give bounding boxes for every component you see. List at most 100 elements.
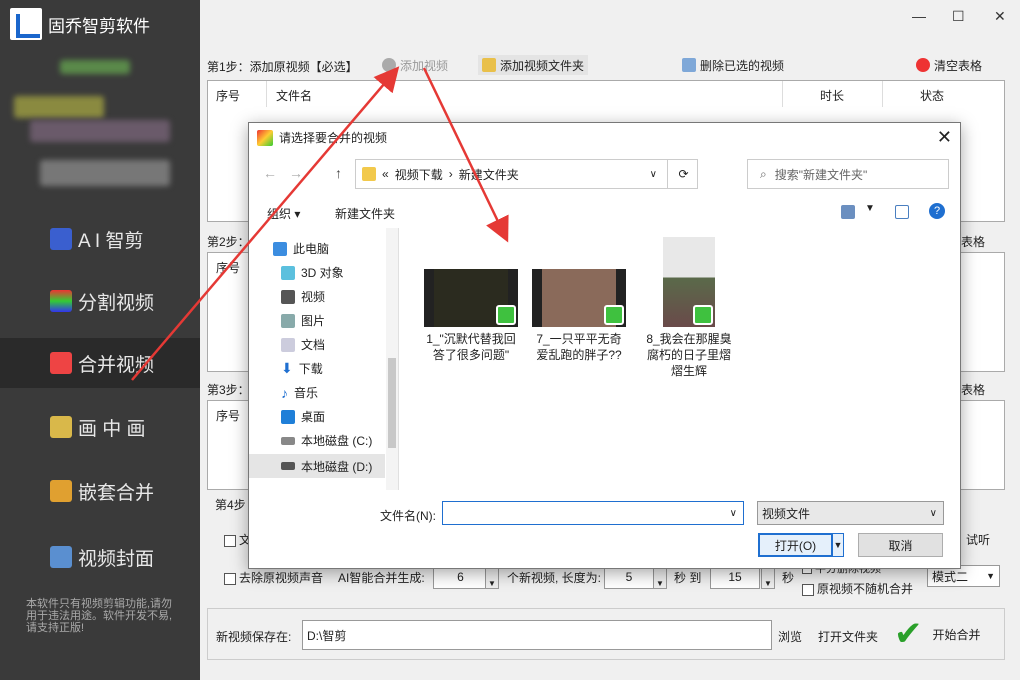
forward-arrow-icon[interactable]: →: [289, 165, 303, 181]
col-index: 序号: [216, 89, 241, 103]
close-button[interactable]: ✕: [994, 8, 1006, 25]
checkbox[interactable]: [224, 572, 236, 585]
tree-music[interactable]: ♪ 音乐: [281, 384, 318, 401]
tree-scrollbar[interactable]: [386, 228, 398, 490]
add-video-button[interactable]: 添加视频: [382, 55, 448, 75]
delete-selected-label: 删除已选的视频: [700, 58, 785, 73]
delete-selected-button[interactable]: 删除已选的视频: [682, 55, 784, 75]
drive-icon: [281, 436, 295, 445]
back-arrow-icon[interactable]: ←: [263, 165, 277, 181]
blurred-user-info: [60, 60, 130, 74]
open-button[interactable]: 打开(O): [758, 533, 833, 557]
step1-label: 第1步：添加原视频【必选】: [207, 60, 358, 74]
ai-icon: [50, 228, 72, 250]
up-arrow-icon[interactable]: ↑: [335, 165, 342, 181]
nav-merge-video[interactable]: 合并视频: [0, 338, 200, 388]
filetype-select[interactable]: 视频文件 ∨: [757, 501, 944, 525]
help-icon[interactable]: ?: [929, 203, 945, 219]
music-icon: ♪: [281, 384, 288, 401]
remove-audio-checkbox[interactable]: 去除原视频声音: [224, 569, 323, 586]
view-dropdown-icon[interactable]: ▼: [865, 203, 875, 214]
nav-label: 视频封面: [78, 548, 155, 570]
sec-label: 秒: [782, 571, 795, 585]
view-icon[interactable]: [841, 205, 855, 219]
file-item[interactable]: 8_我会在那腥臭腐朽的日子里熠熠生辉: [643, 237, 735, 379]
new-folder-button[interactable]: 新建文件夹: [335, 205, 395, 222]
nested-icon: [50, 480, 72, 502]
scroll-thumb[interactable]: [388, 358, 396, 448]
step2-clear-button[interactable]: 表格: [961, 233, 985, 250]
nav-label: 合并视频: [78, 354, 155, 376]
step3-label: 第3步：: [207, 383, 250, 397]
nav-pip[interactable]: 画 中 画: [0, 402, 200, 452]
video-file-icon: [693, 305, 713, 325]
tree-downloads[interactable]: ⬇ 下载: [281, 360, 323, 377]
tree-drive-d[interactable]: 本地磁盘 (D:): [249, 454, 385, 478]
checkbox[interactable]: [224, 534, 236, 547]
nav-nested-merge[interactable]: 嵌套合并: [0, 466, 200, 516]
length-label: 个新视频, 长度为:: [507, 571, 602, 585]
tree-label: 本地磁盘 (D:): [301, 459, 373, 474]
col-index: 序号: [216, 409, 241, 423]
minimize-button[interactable]: —: [912, 8, 926, 24]
tree-documents[interactable]: 文档: [281, 336, 325, 353]
filetype-value: 视频文件: [762, 506, 811, 521]
address-bar[interactable]: « 视频下载 › 新建文件夹 ∨ ⟳: [355, 159, 698, 189]
tree-drive-c[interactable]: 本地磁盘 (C:): [281, 432, 372, 449]
chevron-down-icon[interactable]: ∨: [650, 169, 657, 180]
breadcrumb-overflow[interactable]: «: [382, 167, 389, 181]
blurred-user-info: [40, 160, 170, 186]
tree-label: 音乐: [294, 386, 319, 400]
open-folder-button[interactable]: 打开文件夹: [818, 628, 878, 645]
file-item[interactable]: 7_一只平平无奇爱乱跑的胖子??: [531, 269, 627, 363]
start-merge-button[interactable]: ✔ 开始合并: [894, 612, 1004, 656]
breadcrumb-video-download[interactable]: 视频下载: [395, 166, 443, 183]
listen-button[interactable]: 试听: [966, 531, 990, 548]
nav-video-cover[interactable]: 视频封面: [0, 532, 200, 582]
drive-icon: [281, 462, 295, 470]
filename-input[interactable]: ∨: [442, 501, 744, 525]
add-folder-button[interactable]: 添加视频文件夹: [478, 55, 589, 75]
tree-videos[interactable]: 视频: [281, 288, 325, 305]
tree-label: 下载: [298, 362, 323, 376]
checkbox[interactable]: [802, 583, 814, 596]
nav-ai-clip[interactable]: A I 智剪: [0, 214, 200, 264]
cover-icon: [50, 546, 72, 568]
remove-audio-label: 去除原视频声音: [239, 571, 324, 585]
refresh-icon[interactable]: ⟳: [667, 160, 699, 188]
browse-button[interactable]: 浏览: [778, 628, 802, 645]
file-item[interactable]: 1_"沉默代替我回答了很多问题": [421, 269, 521, 363]
divider: [266, 81, 267, 107]
step3-clear-button[interactable]: 表格: [961, 381, 985, 398]
dialog-close-icon[interactable]: ✕: [937, 127, 952, 148]
video-folder-icon: [281, 289, 295, 304]
mode-value: 模式二: [932, 569, 969, 584]
pip-icon: [50, 416, 72, 438]
tree-this-pc[interactable]: 此电脑: [273, 240, 329, 257]
save-path-input[interactable]: D:\智剪: [302, 620, 772, 650]
nav-split-video[interactable]: 分割视频: [0, 276, 200, 326]
tree-pictures[interactable]: 图片: [281, 312, 325, 329]
step4-option[interactable]: 文: [224, 531, 251, 548]
search-icon: ⌕: [760, 166, 767, 181]
maximize-button[interactable]: ☐: [952, 8, 965, 25]
no-random-label: 原视频不随机合并: [817, 582, 914, 596]
search-input[interactable]: ⌕ 搜索"新建文件夹": [747, 159, 949, 189]
tree-3d-objects[interactable]: 3D 对象: [281, 264, 344, 281]
preview-pane-icon[interactable]: [895, 205, 909, 219]
chevron-down-icon[interactable]: ∨: [730, 508, 737, 519]
breadcrumb-new-folder[interactable]: 新建文件夹: [459, 166, 519, 183]
col-filename: 文件名: [276, 89, 313, 103]
tree-label: 视频: [301, 290, 326, 304]
cancel-button[interactable]: 取消: [858, 533, 943, 557]
chevron-down-icon: ∨: [929, 507, 937, 519]
divider: [782, 81, 783, 107]
tree-desktop[interactable]: 桌面: [281, 408, 325, 425]
no-random-checkbox[interactable]: 原视频不随机合并: [802, 580, 913, 597]
organize-label: 组织: [267, 207, 292, 221]
open-dropdown-icon[interactable]: ▼: [832, 533, 844, 557]
filename-label: 文件名(N):: [380, 509, 436, 523]
app-icon: [257, 129, 273, 146]
organize-menu[interactable]: 组织 ▾: [267, 205, 300, 222]
clear-table-button[interactable]: 清空表格: [916, 55, 982, 75]
